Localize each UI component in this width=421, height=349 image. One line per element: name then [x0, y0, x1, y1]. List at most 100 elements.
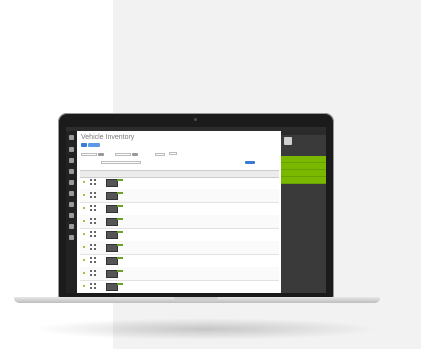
status-badge: [117, 270, 123, 272]
status-dot-icon: [83, 246, 85, 248]
row-action-icon[interactable]: [94, 218, 96, 220]
nav-help-icon[interactable]: [69, 235, 74, 240]
row-action-icon[interactable]: [90, 196, 92, 198]
row-action-icons[interactable]: [90, 283, 98, 290]
status-dot-icon: [83, 181, 85, 183]
status-dot-icon: [83, 285, 85, 287]
row-action-icon[interactable]: [90, 244, 92, 246]
nav-users-icon[interactable]: [69, 158, 74, 163]
row-action-icon[interactable]: [90, 222, 92, 224]
row-action-icon[interactable]: [90, 231, 92, 233]
status-badge: [117, 231, 123, 233]
row-action-icon[interactable]: [94, 248, 96, 250]
right-sidebar: [281, 131, 326, 293]
status-badge: [117, 179, 123, 181]
row-action-icon[interactable]: [94, 287, 96, 289]
row-action-icon[interactable]: [94, 244, 96, 246]
sidebar-item[interactable]: [281, 163, 326, 170]
status-dot-icon: [83, 272, 85, 274]
nav-documents-icon[interactable]: [69, 213, 74, 218]
status-badge: [117, 218, 123, 220]
search-input[interactable]: [101, 161, 141, 164]
row-action-icon[interactable]: [94, 183, 96, 185]
status-filter-select[interactable]: [81, 153, 97, 156]
row-action-icon[interactable]: [94, 231, 96, 233]
table-row[interactable]: [80, 202, 279, 216]
nav-calendar-icon[interactable]: [69, 169, 74, 174]
status-dot-icon: [83, 207, 85, 209]
nav-dashboard-icon[interactable]: [69, 147, 74, 152]
row-action-icon[interactable]: [90, 248, 92, 250]
row-action-icon[interactable]: [90, 261, 92, 263]
row-action-icon[interactable]: [90, 287, 92, 289]
table-row[interactable]: [80, 267, 279, 281]
table-row[interactable]: [80, 189, 279, 203]
row-action-icon[interactable]: [94, 209, 96, 211]
row-action-icon[interactable]: [90, 257, 92, 259]
row-action-icon[interactable]: [90, 270, 92, 272]
row-action-icon[interactable]: [90, 218, 92, 220]
nav-settings-icon[interactable]: [69, 224, 74, 229]
row-action-icons[interactable]: [90, 205, 98, 212]
row-action-icon[interactable]: [90, 235, 92, 237]
brand-filter-select[interactable]: [115, 153, 131, 156]
row-action-icon[interactable]: [90, 192, 92, 194]
row-action-icon[interactable]: [90, 205, 92, 207]
table-row[interactable]: [80, 176, 279, 190]
row-action-icon[interactable]: [94, 274, 96, 276]
brand-filter-button[interactable]: [132, 153, 138, 156]
webcam: [194, 118, 197, 121]
row-action-icons[interactable]: [90, 231, 98, 238]
row-action-icon[interactable]: [94, 257, 96, 259]
nav-inventory-icon[interactable]: [69, 180, 74, 185]
nav-messages-icon[interactable]: [69, 202, 74, 207]
laptop-screen: Vehicle Inventory: [66, 127, 326, 293]
row-action-icons[interactable]: [90, 218, 98, 225]
row-action-icons[interactable]: [90, 270, 98, 277]
sidebar-header: [281, 131, 326, 135]
status-dot-icon: [83, 259, 85, 261]
row-action-icon[interactable]: [94, 205, 96, 207]
row-action-icon[interactable]: [90, 183, 92, 185]
row-action-icon[interactable]: [94, 270, 96, 272]
laptop-shadow: [30, 318, 380, 340]
reset-filter-button[interactable]: [169, 152, 177, 155]
row-action-icon[interactable]: [90, 274, 92, 276]
table-row[interactable]: [80, 228, 279, 242]
row-action-icon[interactable]: [94, 283, 96, 285]
row-action-icons[interactable]: [90, 192, 98, 199]
row-action-icon[interactable]: [94, 196, 96, 198]
row-action-icon[interactable]: [90, 283, 92, 285]
table-row[interactable]: [80, 215, 279, 229]
table-action-button[interactable]: [245, 161, 255, 164]
row-action-icon[interactable]: [90, 179, 92, 181]
row-action-icon[interactable]: [94, 179, 96, 181]
nav-logo-icon[interactable]: [69, 135, 74, 140]
status-dot-icon: [83, 233, 85, 235]
status-dot-icon: [83, 220, 85, 222]
sidebar-item[interactable]: [281, 156, 326, 163]
row-action-icons[interactable]: [90, 179, 98, 186]
row-action-icon[interactable]: [94, 235, 96, 237]
table-row[interactable]: [80, 254, 279, 268]
sidebar-item[interactable]: [281, 170, 326, 177]
row-action-icon[interactable]: [94, 192, 96, 194]
row-action-icon[interactable]: [94, 261, 96, 263]
add-button[interactable]: [81, 143, 87, 147]
sidebar-item[interactable]: [281, 177, 326, 184]
extra-filter-select[interactable]: [155, 153, 165, 156]
table-row[interactable]: [80, 241, 279, 255]
table-row[interactable]: [80, 280, 279, 293]
status-badge: [117, 205, 123, 207]
row-action-icon[interactable]: [94, 222, 96, 224]
left-nav: [66, 131, 77, 293]
row-action-icons[interactable]: [90, 257, 98, 264]
export-button[interactable]: [88, 143, 100, 147]
nav-reports-icon[interactable]: [69, 191, 74, 196]
avatar[interactable]: [284, 137, 292, 145]
status-filter-button[interactable]: [98, 153, 104, 156]
row-action-icons[interactable]: [90, 244, 98, 251]
row-action-icon[interactable]: [90, 209, 92, 211]
page-title: Vehicle Inventory: [81, 134, 135, 141]
status-badge: [117, 257, 123, 259]
